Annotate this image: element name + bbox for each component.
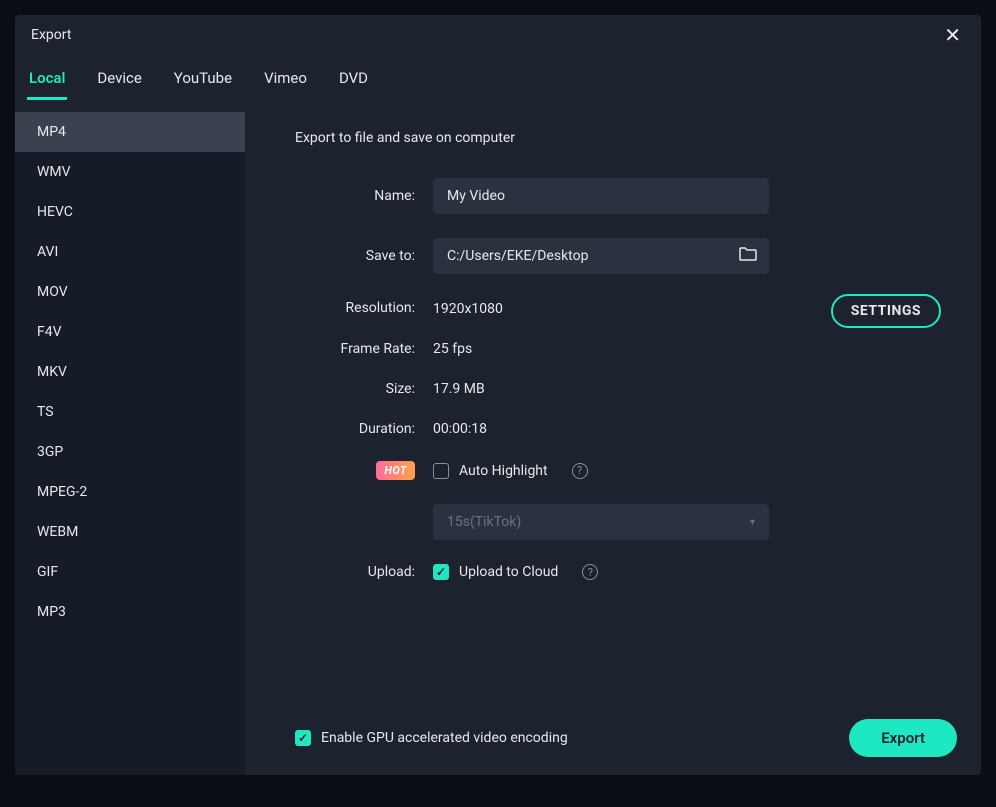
format-mkv[interactable]: MKV bbox=[15, 352, 245, 392]
row-save-to: Save to: bbox=[295, 238, 941, 274]
checkmark-icon: ✓ bbox=[436, 566, 446, 578]
folder-icon[interactable] bbox=[739, 246, 757, 266]
value-size: 17.9 MB bbox=[433, 381, 485, 397]
format-wmv[interactable]: WMV bbox=[15, 152, 245, 192]
format-mp3[interactable]: MP3 bbox=[15, 592, 245, 632]
export-button[interactable]: Export bbox=[849, 719, 957, 757]
section-title: Export to file and save on computer bbox=[295, 130, 941, 146]
format-3gp[interactable]: 3GP bbox=[15, 432, 245, 472]
path-input-wrap bbox=[433, 238, 769, 274]
format-avi[interactable]: AVI bbox=[15, 232, 245, 272]
highlight-preset-dropdown[interactable]: 15s(TikTok) ▾ bbox=[433, 504, 769, 540]
format-mov[interactable]: MOV bbox=[15, 272, 245, 312]
format-mpeg2[interactable]: MPEG-2 bbox=[15, 472, 245, 512]
format-webm[interactable]: WEBM bbox=[15, 512, 245, 552]
main-panel: Export to file and save on computer Name… bbox=[245, 112, 981, 775]
format-f4v[interactable]: F4V bbox=[15, 312, 245, 352]
auto-highlight-label: Auto Highlight bbox=[459, 463, 548, 479]
tab-dvd[interactable]: DVD bbox=[337, 63, 370, 100]
label-size: Size: bbox=[295, 381, 415, 397]
help-icon[interactable]: ? bbox=[572, 463, 588, 479]
row-name: Name: bbox=[295, 178, 941, 214]
row-upload: Upload: ✓ Upload to Cloud ? bbox=[295, 564, 941, 580]
content: MP4 WMV HEVC AVI MOV F4V MKV TS 3GP MPEG… bbox=[15, 112, 981, 775]
help-icon[interactable]: ? bbox=[582, 564, 598, 580]
hot-badge: HOT bbox=[376, 461, 415, 480]
close-icon[interactable]: ✕ bbox=[940, 21, 965, 49]
upload-wrap: ✓ Upload to Cloud ? bbox=[433, 564, 598, 580]
tab-device[interactable]: Device bbox=[95, 63, 143, 100]
chevron-down-icon: ▾ bbox=[750, 517, 755, 528]
auto-highlight-checkbox[interactable] bbox=[433, 463, 449, 479]
settings-button[interactable]: SETTINGS bbox=[831, 294, 941, 328]
gpu-checkbox[interactable]: ✓ bbox=[295, 730, 311, 746]
tabs: Local Device YouTube Vimeo DVD bbox=[15, 63, 981, 100]
row-size: Size: 17.9 MB bbox=[295, 381, 941, 397]
format-hevc[interactable]: HEVC bbox=[15, 192, 245, 232]
upload-cloud-checkbox[interactable]: ✓ bbox=[433, 564, 449, 580]
label-resolution: Resolution: bbox=[295, 300, 415, 316]
row-highlight-preset: 15s(TikTok) ▾ bbox=[295, 504, 941, 540]
format-mp4[interactable]: MP4 bbox=[15, 112, 245, 152]
label-name: Name: bbox=[295, 188, 415, 204]
value-frame-rate: 25 fps bbox=[433, 341, 472, 357]
label-save-to: Save to: bbox=[295, 248, 415, 264]
save-to-input[interactable] bbox=[433, 238, 769, 274]
value-duration: 00:00:18 bbox=[433, 421, 487, 437]
window-title: Export bbox=[31, 27, 71, 43]
name-input[interactable] bbox=[433, 178, 769, 214]
format-sidebar: MP4 WMV HEVC AVI MOV F4V MKV TS 3GP MPEG… bbox=[15, 112, 245, 775]
checkmark-icon: ✓ bbox=[298, 732, 308, 744]
titlebar: Export ✕ bbox=[15, 15, 981, 55]
label-frame-rate: Frame Rate: bbox=[295, 341, 415, 357]
tab-youtube[interactable]: YouTube bbox=[172, 63, 234, 100]
gpu-label: Enable GPU accelerated video encoding bbox=[321, 730, 568, 746]
tab-local[interactable]: Local bbox=[27, 63, 67, 100]
label-upload: Upload: bbox=[295, 564, 415, 580]
row-resolution: Resolution: 1920x1080 SETTINGS bbox=[295, 298, 941, 317]
format-gif[interactable]: GIF bbox=[15, 552, 245, 592]
row-auto-highlight: HOT Auto Highlight ? bbox=[295, 461, 941, 480]
label-duration: Duration: bbox=[295, 421, 415, 437]
highlight-preset-value: 15s(TikTok) bbox=[447, 514, 521, 530]
auto-highlight-wrap: Auto Highlight ? bbox=[433, 463, 588, 479]
footer: ✓ Enable GPU accelerated video encoding … bbox=[295, 719, 957, 757]
upload-cloud-label: Upload to Cloud bbox=[459, 564, 558, 580]
value-resolution: 1920x1080 bbox=[433, 301, 503, 317]
gpu-wrap: ✓ Enable GPU accelerated video encoding bbox=[295, 730, 568, 746]
format-ts[interactable]: TS bbox=[15, 392, 245, 432]
row-frame-rate: Frame Rate: 25 fps bbox=[295, 341, 941, 357]
tab-vimeo[interactable]: Vimeo bbox=[262, 63, 309, 100]
row-duration: Duration: 00:00:18 bbox=[295, 421, 941, 437]
export-window: Export ✕ Local Device YouTube Vimeo DVD … bbox=[15, 15, 981, 775]
